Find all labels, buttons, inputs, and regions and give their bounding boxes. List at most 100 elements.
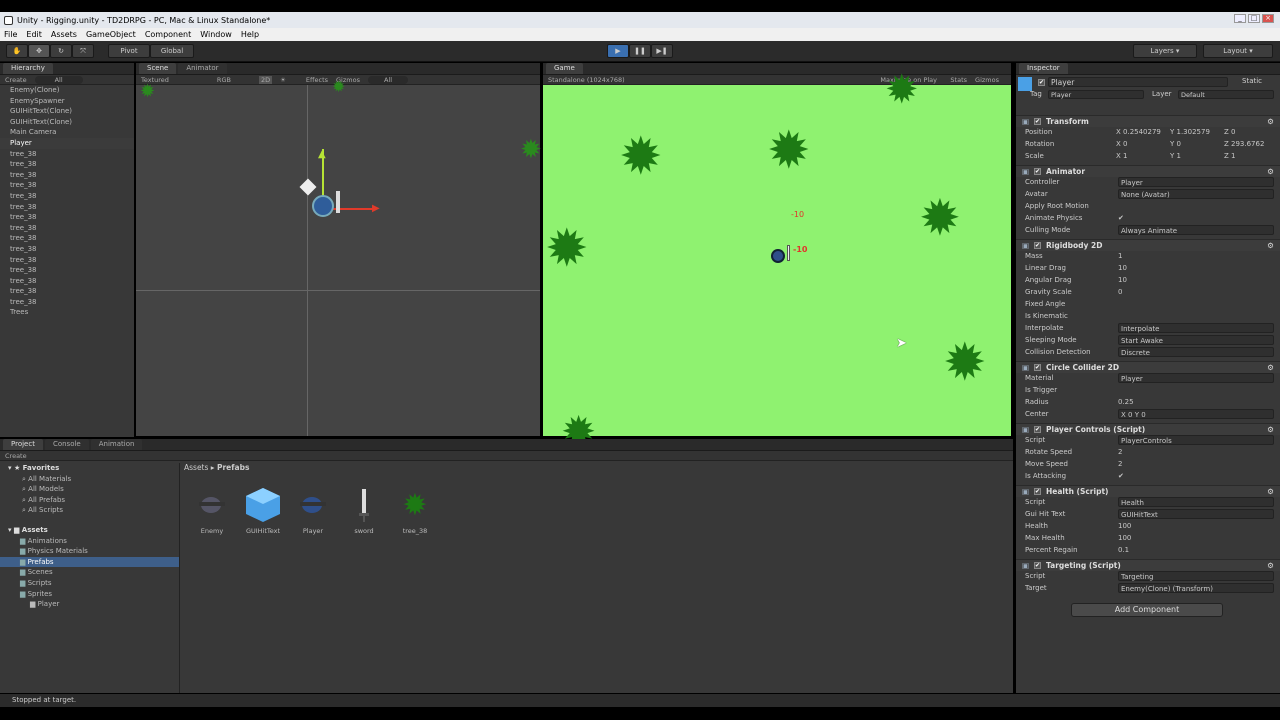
field-value[interactable]: 2 — [1118, 459, 1274, 469]
stats-toggle[interactable]: Stats — [950, 76, 967, 84]
hierarchy-item[interactable]: tree_38 — [0, 170, 134, 181]
breadcrumb-root[interactable]: Assets — [184, 463, 208, 472]
hierarchy-item[interactable]: tree_38 — [0, 180, 134, 191]
field-value[interactable]: 2 — [1118, 447, 1274, 457]
menu-gameobject[interactable]: GameObject — [86, 30, 136, 39]
tag-dropdown[interactable]: Player — [1048, 90, 1144, 99]
component-header[interactable]: ▣ ✔ Rigidbody 2D ⚙ — [1016, 239, 1280, 251]
menu-component[interactable]: Component — [145, 30, 191, 39]
field-value[interactable]: 0.1 — [1118, 545, 1274, 555]
vector-component[interactable]: Z 293.6762 — [1224, 139, 1276, 149]
favorite-item[interactable]: ⌕ All Prefabs — [0, 495, 179, 506]
favorite-item[interactable]: ⌕ All Models — [0, 484, 179, 495]
component-header[interactable]: ▣ ✔ Health (Script) ⚙ — [1016, 485, 1280, 497]
field-value[interactable]: Discrete — [1118, 347, 1274, 357]
field-value[interactable] — [1118, 201, 1274, 211]
asset-folder[interactable]: ▆ Sprites — [0, 589, 179, 600]
hierarchy-item[interactable]: tree_38 — [0, 233, 134, 244]
tab-scene[interactable]: Scene — [139, 63, 177, 74]
tab-animation[interactable]: Animation — [90, 439, 143, 450]
menu-help[interactable]: Help — [241, 30, 259, 39]
hierarchy-search[interactable]: All — [34, 75, 83, 84]
layer-dropdown[interactable]: Default — [1178, 90, 1274, 99]
prefab-tree[interactable]: ✹ tree_38 — [392, 485, 438, 536]
menu-assets[interactable]: Assets — [51, 30, 77, 39]
field-value[interactable]: 0 — [1118, 287, 1274, 297]
component-enabled-toggle[interactable]: ✔ — [1034, 242, 1041, 249]
hierarchy-item[interactable]: tree_38 — [0, 286, 134, 297]
layers-dropdown[interactable]: Layers ▾ — [1133, 44, 1197, 58]
hand-tool-icon[interactable]: ✋ — [6, 44, 28, 58]
gear-icon[interactable]: ⚙ — [1267, 362, 1274, 373]
gameobject-active-toggle[interactable]: ✔ — [1038, 77, 1045, 86]
gear-icon[interactable]: ⚙ — [1267, 560, 1274, 571]
rgb-dropdown[interactable]: RGB — [217, 76, 231, 84]
hierarchy-item[interactable]: tree_38 — [0, 265, 134, 276]
tab-console[interactable]: Console — [44, 439, 89, 450]
tab-animator[interactable]: Animator — [178, 63, 227, 74]
gear-icon[interactable]: ⚙ — [1267, 486, 1274, 497]
close-button[interactable]: × — [1262, 14, 1274, 23]
hierarchy-item[interactable]: tree_38 — [0, 191, 134, 202]
component-header[interactable]: ▣ ✔ Transform ⚙ — [1016, 115, 1280, 127]
vector-component[interactable]: X 0.2540279 — [1116, 127, 1168, 137]
vector-component[interactable]: X 1 — [1116, 151, 1168, 161]
menu-file[interactable]: File — [4, 30, 17, 39]
field-value[interactable]: 10 — [1118, 263, 1274, 273]
asset-folder[interactable]: ▆ Animations — [0, 536, 179, 547]
field-value[interactable]: ✔ — [1118, 471, 1274, 481]
resolution-dropdown[interactable]: Standalone (1024x768) — [548, 76, 625, 84]
component-enabled-toggle[interactable]: ✔ — [1034, 488, 1041, 495]
hierarchy-item[interactable]: tree_38 — [0, 202, 134, 213]
field-value[interactable]: None (Avatar) — [1118, 189, 1274, 199]
layout-dropdown[interactable]: Layout ▾ — [1203, 44, 1273, 58]
hierarchy-item[interactable]: tree_38 — [0, 244, 134, 255]
vector-component[interactable]: Z 0 — [1224, 127, 1276, 137]
minimize-button[interactable]: _ — [1234, 14, 1246, 23]
field-value[interactable]: 100 — [1118, 521, 1274, 531]
field-value[interactable]: Interpolate — [1118, 323, 1274, 333]
component-enabled-toggle[interactable]: ✔ — [1034, 168, 1041, 175]
favorite-item[interactable]: ⌕ All Scripts — [0, 505, 179, 516]
scene-search[interactable]: All — [367, 75, 409, 84]
tab-game[interactable]: Game — [546, 63, 583, 74]
field-value[interactable]: Player — [1118, 373, 1274, 383]
asset-folder[interactable]: ▆ Physics Materials — [0, 546, 179, 557]
hierarchy-item[interactable]: EnemySpawner — [0, 96, 134, 107]
prefab-enemy[interactable]: Enemy — [189, 485, 235, 535]
component-header[interactable]: ▣ ✔ Targeting (Script) ⚙ — [1016, 559, 1280, 571]
hierarchy-item[interactable]: Main Camera — [0, 127, 134, 138]
gear-icon[interactable]: ⚙ — [1267, 166, 1274, 177]
pause-button[interactable]: ❚❚ — [629, 44, 651, 58]
game-gizmos-dropdown[interactable]: Gizmos — [975, 76, 999, 84]
field-value[interactable] — [1118, 385, 1274, 395]
global-toggle[interactable]: Global — [150, 44, 194, 58]
scale-tool-icon[interactable]: ⤧ — [72, 44, 94, 58]
scene-view[interactable]: ✹ ✹ ✹ ▲ ▶ — [136, 77, 542, 436]
field-value[interactable]: 1 — [1118, 251, 1274, 261]
move-tool-icon[interactable]: ✥ — [28, 44, 50, 58]
hierarchy-item[interactable]: tree_38 — [0, 255, 134, 266]
tab-inspector[interactable]: Inspector — [1019, 63, 1068, 74]
field-value[interactable]: 100 — [1118, 533, 1274, 543]
hierarchy-item[interactable]: GUIHitText(Clone) — [0, 106, 134, 117]
tab-hierarchy[interactable]: Hierarchy — [3, 63, 53, 74]
folder-player[interactable]: ▆ Player — [0, 599, 179, 610]
field-value[interactable]: ✔ — [1118, 213, 1274, 223]
gear-icon[interactable]: ⚙ — [1267, 116, 1274, 127]
hierarchy-create-button[interactable]: Create — [5, 76, 27, 84]
hierarchy-item[interactable]: tree_38 — [0, 223, 134, 234]
asset-folder[interactable]: ▆ Scenes — [0, 567, 179, 578]
hierarchy-item[interactable]: tree_38 — [0, 212, 134, 223]
project-create-button[interactable]: Create — [5, 452, 27, 460]
move-gizmo-y-arrow[interactable]: ▲ — [318, 149, 326, 160]
hierarchy-item[interactable]: Player — [0, 137, 134, 149]
move-gizmo-x-arrow[interactable]: ▶ — [372, 203, 380, 214]
static-toggle[interactable]: Static — [1242, 77, 1262, 85]
hierarchy-item[interactable]: Enemy(Clone) — [0, 85, 134, 96]
hierarchy-item[interactable]: tree_38 — [0, 297, 134, 308]
vector-component[interactable]: Y 0 — [1170, 139, 1222, 149]
breadcrumb-current[interactable]: Prefabs — [217, 463, 249, 472]
tab-project[interactable]: Project — [3, 439, 43, 450]
player-sprite[interactable] — [312, 195, 334, 217]
